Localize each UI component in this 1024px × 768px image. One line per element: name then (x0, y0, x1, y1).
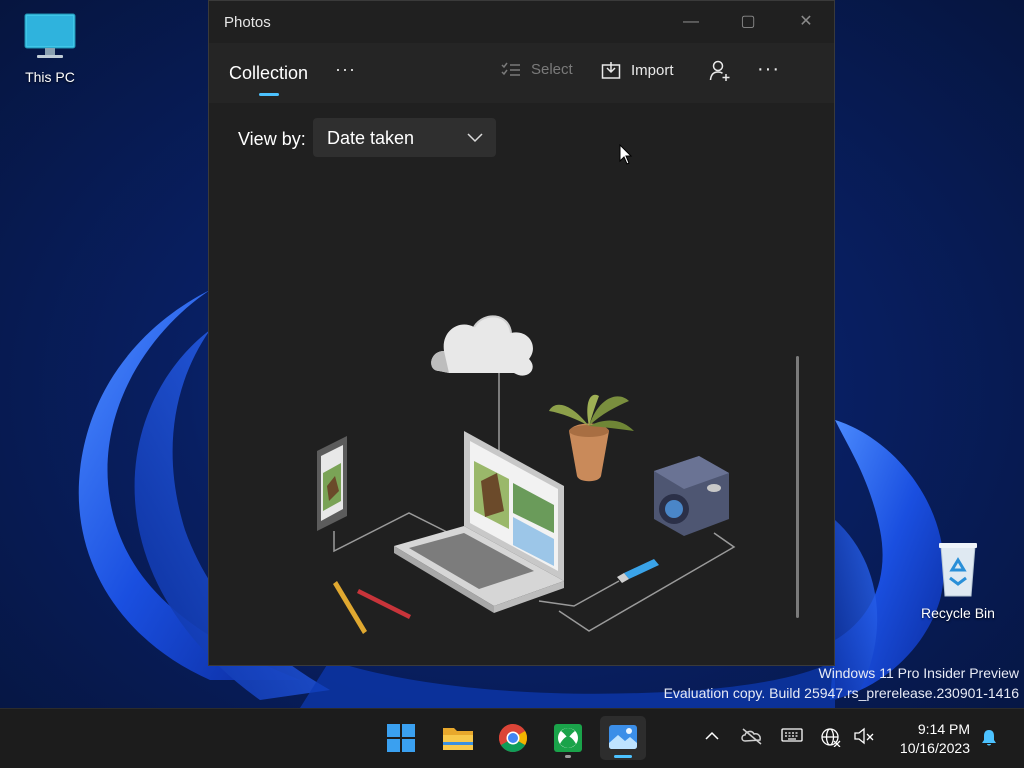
chrome-icon (499, 724, 527, 752)
more-options-button[interactable]: ··· (757, 58, 780, 81)
cloud-icon (431, 315, 533, 376)
running-indicator-active (614, 755, 632, 758)
volume-muted-icon[interactable] (853, 727, 875, 745)
clock-date: 10/16/2023 (899, 740, 970, 756)
start-button[interactable] (379, 716, 423, 760)
mouse-cursor-icon (619, 144, 633, 165)
windows-logo-icon (387, 724, 415, 752)
minimize-button[interactable]: — (671, 9, 711, 35)
tab-more-button[interactable]: ··· (335, 59, 356, 80)
keyboard-icon[interactable] (781, 727, 803, 743)
photos-app-icon (609, 725, 637, 749)
taskbar-chrome[interactable] (491, 716, 535, 760)
taskbar-clock[interactable]: 9:14 PM 10/16/2023 (880, 720, 970, 758)
running-indicator (565, 755, 571, 758)
desktop-icon-recycle-bin[interactable]: Recycle Bin (913, 540, 1003, 621)
plant-illustration (549, 394, 634, 482)
import-button-label: Import (631, 61, 674, 79)
usb-stick-illustration (617, 559, 659, 583)
import-button[interactable]: Import (601, 61, 674, 79)
window-title: Photos (224, 14, 271, 31)
taskbar: 9:14 PM 10/16/2023 (0, 708, 1024, 768)
add-person-icon (709, 60, 730, 81)
toolbar: Collection ··· Select Import ··· (209, 43, 834, 103)
xbox-icon (554, 724, 582, 752)
photos-window: Photos — ▢ ✕ Collection ··· Select Impor… (208, 0, 835, 666)
notification-bell-icon[interactable] (980, 728, 998, 748)
show-hidden-icons-chevron-icon[interactable] (703, 727, 721, 745)
empty-collection-illustration (317, 315, 736, 634)
people-button[interactable] (709, 60, 731, 87)
taskbar-xbox[interactable] (546, 716, 590, 760)
view-by-dropdown[interactable]: Date taken (313, 118, 496, 157)
camera-illustration (654, 456, 729, 536)
monitor-icon (24, 13, 76, 58)
desktop-icon-label: This PC (25, 69, 75, 85)
watermark-build: Evaluation copy. Build 25947.rs_prerelea… (663, 685, 1019, 701)
clock-time: 9:14 PM (917, 721, 970, 737)
view-by-selected-value: Date taken (327, 128, 415, 148)
tab-collection[interactable]: Collection (229, 63, 308, 84)
desktop-icon-label: Recycle Bin (921, 605, 995, 621)
title-bar[interactable]: Photos — ▢ ✕ (209, 1, 834, 43)
recycle-bin-icon (939, 543, 977, 597)
select-button[interactable]: Select (501, 61, 573, 78)
maximize-button[interactable]: ▢ (728, 9, 768, 35)
watermark-edition: Windows 11 Pro Insider Preview (818, 665, 1019, 681)
select-list-icon (501, 62, 520, 76)
tab-active-indicator (259, 93, 279, 96)
desktop-icon-this-pc[interactable]: This PC (5, 12, 95, 85)
import-icon (601, 62, 621, 79)
select-button-label: Select (531, 61, 573, 78)
chevron-down-icon (467, 133, 483, 143)
phone-illustration (317, 436, 347, 531)
close-button[interactable]: ✕ (786, 9, 826, 35)
view-by-label: View by: (238, 129, 306, 149)
network-globe-icon[interactable] (820, 727, 842, 747)
vertical-scrollbar[interactable] (796, 356, 799, 618)
pencils-illustration (333, 581, 411, 634)
laptop-illustration (394, 431, 564, 613)
taskbar-file-explorer[interactable] (436, 716, 480, 760)
taskbar-photos[interactable] (600, 716, 646, 760)
folder-icon (443, 728, 473, 750)
onedrive-offline-icon[interactable] (740, 727, 764, 745)
